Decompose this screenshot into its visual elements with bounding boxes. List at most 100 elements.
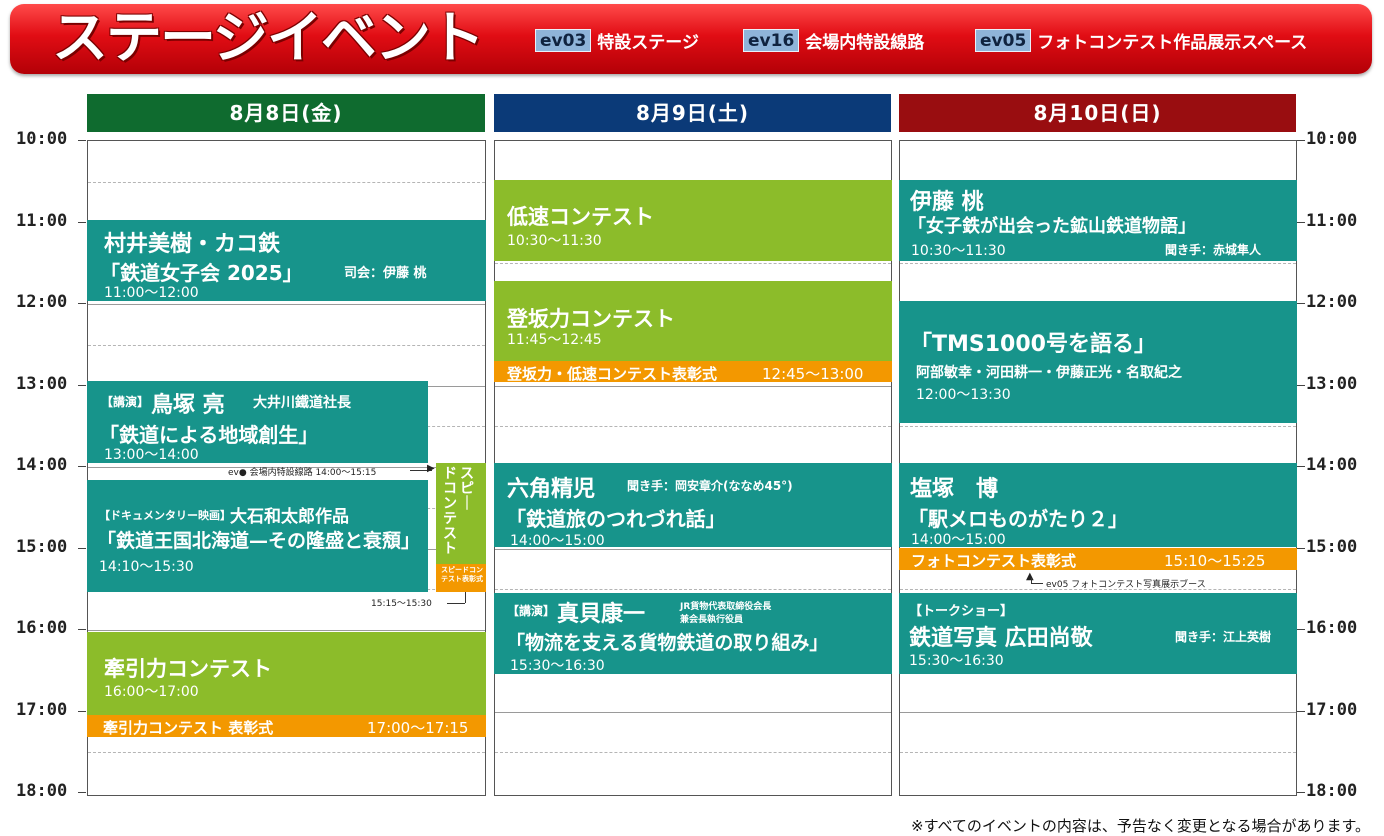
event-subtitle: 「女子鉄が出会った鉱山鉄道物語」 — [908, 216, 1196, 237]
event-card[interactable]: 【講演】 真貝康一 JR貨物代表取締役会長 兼会長執行役員 「物流を支える貨物鉄… — [494, 593, 892, 674]
event-role: 大井川鐵道社長 — [253, 395, 351, 411]
event-card[interactable]: 牽引力コンテスト 16:00～17:00 — [87, 632, 486, 715]
event-tag: 【講演】 — [101, 395, 150, 409]
time-label-left: 16:00 — [16, 618, 68, 638]
event-role: 兼会長執行役員 — [680, 615, 744, 625]
arrow-line — [1031, 583, 1043, 584]
grid-line — [495, 589, 891, 591]
event-time: 12:45～13:00 — [762, 365, 864, 382]
event-speaker: 塩塚 博 — [910, 477, 999, 502]
event-time: 14:00～15:00 — [911, 532, 1006, 547]
time-label-right: 18:00 — [1306, 781, 1358, 801]
time-label-left: 17:00 — [16, 699, 68, 720]
tick-right — [1297, 466, 1305, 467]
legend-code: ev05 — [975, 28, 1032, 52]
event-time: 15:10～15:25 — [1164, 552, 1266, 570]
event-card[interactable]: 六角精児 聞き手：岡安章介(ななめ45°) 「鉄道旅のつれづれ話」 14:00～… — [494, 463, 892, 547]
event-card[interactable]: 塩塚 博 「駅メロものがたり２」 14:00～15:00 — [899, 463, 1297, 547]
event-time: 13:00～14:00 — [104, 447, 199, 463]
time-label-left: 10:00 — [16, 129, 68, 149]
event-subtitle: 「鉄道旅のつれづれ話」 — [506, 507, 726, 531]
event-card[interactable]: 登坂力・低速コンテスト表彰式 12:45～13:00 — [494, 361, 892, 382]
tick-left — [78, 140, 86, 141]
tick-left — [78, 547, 86, 549]
time-label-right: 12:00 — [1306, 292, 1358, 312]
event-tag: 【講演】 — [507, 604, 556, 618]
tick-left — [78, 384, 86, 386]
event-host: 司会：伊藤 桃 — [344, 266, 427, 281]
event-subtitle: 「TMS1000号を語る」 — [910, 332, 1156, 357]
tick-left — [78, 466, 86, 467]
event-card[interactable]: 牽引力コンテスト 表彰式 17:00～17:15 — [87, 715, 486, 737]
grid-line — [900, 263, 1296, 265]
tick-right — [1297, 221, 1305, 223]
day-header-aug9: 8月9日(土) — [494, 94, 891, 132]
event-time: 15:30～16:30 — [909, 653, 1004, 669]
tick-left — [78, 303, 86, 304]
grid-line — [495, 548, 891, 550]
ev16-annotation: ev● 会場内特設線路 14:00～15:15 — [228, 468, 377, 478]
event-time: 10:30～11:30 — [507, 233, 602, 249]
time-label-left: 11:00 — [16, 210, 68, 231]
day-header-aug8: 8月8日(金) — [87, 94, 485, 132]
event-time: 11:00～12:00 — [104, 285, 199, 301]
event-speaker: 鳥塚 亮 — [151, 393, 225, 418]
event-card[interactable]: 【トークショー】 鉄道写真 広田尚敬 聞き手：江上英樹 15:30～16:30 — [899, 593, 1297, 674]
event-time: 15:30～16:30 — [510, 658, 605, 674]
grid-line — [495, 711, 891, 713]
time-label-left: 15:00 — [16, 536, 68, 557]
time-label-right: 16:00 — [1306, 618, 1358, 638]
event-title: 村井美樹・カコ鉄 — [104, 232, 281, 257]
event-card[interactable]: 伊藤 桃 「女子鉄が出会った鉱山鉄道物語」 10:30～11:30 聞き手：赤城… — [899, 180, 1297, 261]
legend-label: 特設ステージ — [597, 32, 699, 53]
legend-item-ev05: ev05 フォトコンテスト作品展示スペース — [975, 28, 1307, 53]
event-card[interactable]: 「TMS1000号を語る」 阿部敏幸・河田耕一・伊藤正光・名取紀之 12:00～… — [899, 301, 1297, 423]
grid-line — [900, 426, 1296, 428]
arrow-head-icon: ▶ — [427, 463, 435, 474]
tick-left — [78, 629, 86, 630]
event-time: 16:00～17:00 — [104, 684, 199, 700]
event-speaker: 真貝康一 — [557, 602, 646, 627]
event-card[interactable]: 【ドキュメンタリー映画】 大石和太郎作品 「鉄道王国北海道—その隆盛と衰頽」 1… — [87, 480, 428, 592]
time-label-right: 14:00 — [1306, 455, 1358, 475]
event-card[interactable]: 低速コンテスト 10:30～11:30 — [494, 180, 892, 261]
ev05-annotation: ev05 フォトコンテスト写真展示ブース — [1046, 580, 1206, 590]
vertical-text-column: スピ｜ — [460, 466, 474, 512]
grid-line — [88, 344, 485, 346]
event-subtitle: 「物流を支える貨物鉄道の取り組み」 — [506, 632, 829, 654]
event-time: 17:00～17:15 — [367, 719, 469, 737]
tick-right — [1297, 629, 1305, 630]
grid-line — [495, 426, 891, 428]
time-label-left: 13:00 — [16, 373, 68, 394]
tick-right — [1297, 710, 1305, 712]
event-tag: 【ドキュメンタリー映画】 — [99, 509, 231, 522]
legend-item-ev03: ev03 特設ステージ — [535, 28, 699, 53]
event-card-speed-contest[interactable]: スピ｜ドコンテスト — [436, 463, 486, 564]
event-card[interactable]: フォトコンテスト表彰式 15:10～15:25 — [899, 548, 1297, 570]
grid-line — [88, 752, 485, 754]
event-host: 聞き手：岡安章介(ななめ45°) — [627, 479, 793, 493]
grid-line — [900, 711, 1296, 713]
arrow-line — [465, 592, 466, 603]
arrow-up-icon: ▲ — [1026, 571, 1034, 582]
tick-left — [78, 710, 86, 712]
event-time: 12:00～13:30 — [916, 387, 1011, 403]
tick-right — [1297, 140, 1305, 141]
event-card[interactable]: 【講演】 鳥塚 亮 大井川鐵道社長 「鉄道による地域創生」 13:00～14:0… — [87, 381, 428, 463]
tick-left — [78, 792, 86, 793]
legend-code: ev16 — [743, 28, 800, 52]
tick-right — [1297, 303, 1305, 304]
event-card-speed-award[interactable]: スピードコンテスト表彰式 — [436, 564, 486, 592]
time-label-left: 12:00 — [16, 292, 68, 312]
event-subtitle: 「鉄道王国北海道—その隆盛と衰頽」 — [97, 530, 421, 552]
time-label-right: 10:00 — [1306, 129, 1358, 149]
event-card[interactable]: 村井美樹・カコ鉄 「鉄道女子会 2025」 司会：伊藤 桃 11:00～12:0… — [87, 220, 486, 301]
legend-label: 会場内特設線路 — [805, 32, 925, 53]
event-host: 聞き手：赤城隼人 — [1165, 243, 1262, 257]
event-title: フォトコンテスト表彰式 — [911, 552, 1077, 570]
event-time: 14:10～15:30 — [99, 559, 194, 575]
grid-line — [88, 630, 485, 631]
time-label-right: 13:00 — [1306, 373, 1358, 394]
event-card[interactable]: 登坂力コンテスト 11:45～12:45 — [494, 281, 892, 361]
event-title: 牽引力コンテスト 表彰式 — [103, 719, 274, 737]
